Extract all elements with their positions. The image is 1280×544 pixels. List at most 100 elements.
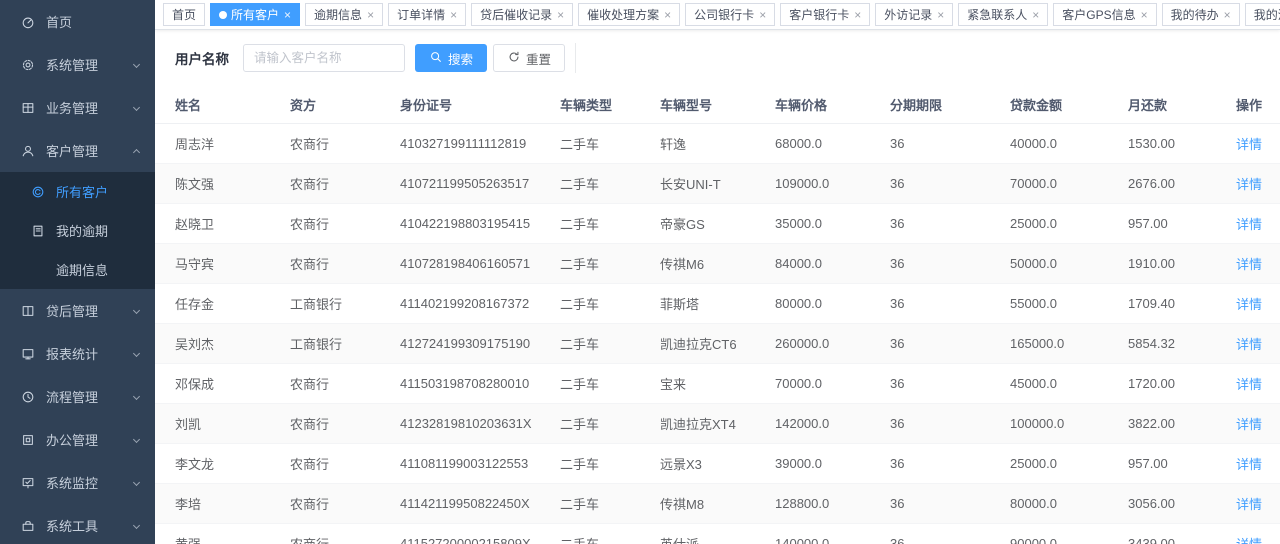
cell-monthly_payment: 3822.00	[1128, 404, 1236, 444]
cell-vehicle_type: 二手车	[560, 204, 660, 244]
sidebar-item-system-mgmt[interactable]: 系统管理	[0, 43, 155, 86]
cell-loan_amount: 25000.0	[1010, 204, 1128, 244]
sidebar-item-label: 业务管理	[46, 98, 134, 117]
tab-collection-plan[interactable]: 催收处理方案×	[578, 3, 680, 26]
customer-name-input[interactable]	[243, 44, 405, 72]
cell-name: 李培	[155, 484, 290, 524]
cell-name: 吴刘杰	[155, 324, 290, 364]
cell-name: 赵晓卫	[155, 204, 290, 244]
close-icon[interactable]: ×	[284, 9, 291, 21]
tab-company-bank-card[interactable]: 公司银行卡×	[685, 3, 775, 26]
tab-home[interactable]: 首页	[163, 3, 205, 26]
reset-button[interactable]: 重置	[493, 44, 565, 72]
column-header-vehicle_model: 车辆型号	[660, 86, 775, 124]
close-icon[interactable]: ×	[854, 9, 861, 21]
sidebar-item-process-mgmt[interactable]: 流程管理	[0, 375, 155, 418]
cell-capital: 农商行	[290, 484, 400, 524]
sidebar-item-customer-mgmt[interactable]: 客户管理	[0, 129, 155, 172]
cell-vehicle_model: 传祺M8	[660, 484, 775, 524]
table-row: 任存金工商银行411402199208167372二手车菲斯塔80000.036…	[155, 284, 1280, 324]
sidebar-item-all-customers[interactable]: 所有客户	[0, 172, 155, 211]
tab-label: 客户银行卡	[789, 6, 849, 23]
cell-loan_amount: 40000.0	[1010, 124, 1128, 164]
tab-bar: 首页所有客户×逾期信息×订单详情×贷后催收记录×催收处理方案×公司银行卡×客户银…	[155, 0, 1280, 30]
close-icon[interactable]: ×	[450, 9, 457, 21]
sidebar-item-my-overdue[interactable]: 我的逾期	[0, 211, 155, 250]
cell-name: 任存金	[155, 284, 290, 324]
sidebar-item-office-mgmt[interactable]: 办公管理	[0, 418, 155, 461]
detail-link[interactable]: 详情	[1236, 257, 1262, 272]
cell-vehicle_price: 68000.0	[775, 124, 890, 164]
chevron-down-icon	[133, 104, 140, 111]
close-icon[interactable]: ×	[937, 9, 944, 21]
tab-emergency-contacts[interactable]: 紧急联系人 ×	[958, 3, 1048, 26]
search-button[interactable]: 搜索	[415, 44, 487, 72]
cell-loan_amount: 80000.0	[1010, 484, 1128, 524]
cell-capital: 工商银行	[290, 284, 400, 324]
table-row: 刘凯农商行41232819810203631X二手车凯迪拉克XT4142000.…	[155, 404, 1280, 444]
detail-link[interactable]: 详情	[1236, 217, 1262, 232]
cell-vehicle_type: 二手车	[560, 244, 660, 284]
tab-my-todo[interactable]: 我的待办×	[1162, 3, 1240, 26]
detail-link[interactable]: 详情	[1236, 497, 1262, 512]
sidebar-item-loan-mgmt[interactable]: 贷后管理	[0, 289, 155, 332]
column-header-vehicle_type: 车辆类型	[560, 86, 660, 124]
tab-label: 所有客户	[231, 6, 279, 23]
close-icon[interactable]: ×	[1141, 9, 1148, 21]
tab-visit-records[interactable]: 外访记录×	[875, 3, 953, 26]
table-row: 赵晓卫农商行410422198803195415二手车帝豪GS35000.036…	[155, 204, 1280, 244]
cell-vehicle_type: 二手车	[560, 324, 660, 364]
detail-link[interactable]: 详情	[1236, 457, 1262, 472]
tab-my-process[interactable]: 我的流程×	[1245, 3, 1280, 26]
sidebar-item-overdue-info[interactable]: 逾期信息	[0, 250, 155, 289]
cell-installment_term: 36	[890, 404, 1010, 444]
sidebar-item-system-monitor[interactable]: 系统监控	[0, 461, 155, 504]
close-icon[interactable]: ×	[367, 9, 374, 21]
detail-link[interactable]: 详情	[1236, 537, 1262, 544]
detail-link[interactable]: 详情	[1236, 177, 1262, 192]
column-header-loan_amount: 贷款金额	[1010, 86, 1128, 124]
sidebar-item-report-stats[interactable]: 报表统计	[0, 332, 155, 375]
cell-installment_term: 36	[890, 124, 1010, 164]
chart-icon	[20, 346, 36, 362]
cell-capital: 农商行	[290, 164, 400, 204]
tab-label: 紧急联系人	[967, 6, 1027, 23]
cell-id_no: 411503198708280010	[400, 364, 560, 404]
tab-order-detail[interactable]: 订单详情×	[388, 3, 466, 26]
main-content: 用户名称 搜索 重置 姓名资方身份证号车辆类型车辆型号车辆价格分期期限贷款金额月…	[155, 30, 1280, 544]
tab-customer-gps[interactable]: 客户GPS信息×	[1053, 3, 1156, 26]
cell-action: 详情	[1236, 484, 1280, 524]
detail-link[interactable]: 详情	[1236, 137, 1262, 152]
close-icon[interactable]: ×	[759, 9, 766, 21]
cell-name: 陈文强	[155, 164, 290, 204]
detail-link[interactable]: 详情	[1236, 377, 1262, 392]
sidebar-item-home[interactable]: 首页	[0, 0, 155, 43]
close-icon[interactable]: ×	[557, 9, 564, 21]
detail-link[interactable]: 详情	[1236, 417, 1262, 432]
sidebar-item-business-mgmt[interactable]: 业务管理	[0, 86, 155, 129]
close-icon[interactable]: ×	[1224, 9, 1231, 21]
close-icon[interactable]: ×	[1032, 9, 1039, 21]
tab-overdue-info[interactable]: 逾期信息×	[305, 3, 383, 26]
cell-id_no: 412724199309175190	[400, 324, 560, 364]
chevron-down-icon	[133, 307, 140, 314]
customer-table: 姓名资方身份证号车辆类型车辆型号车辆价格分期期限贷款金额月还款操作 周志洋农商行…	[155, 86, 1280, 544]
cell-installment_term: 36	[890, 364, 1010, 404]
sidebar-item-system-tools[interactable]: 系统工具	[0, 504, 155, 544]
tab-label: 贷后催收记录	[480, 6, 552, 23]
tab-all-customers[interactable]: 所有客户 ×	[210, 3, 300, 26]
cell-action: 详情	[1236, 524, 1280, 544]
cell-installment_term: 36	[890, 524, 1010, 544]
cell-vehicle_price: 109000.0	[775, 164, 890, 204]
tab-customer-bank-card[interactable]: 客户银行卡 ×	[780, 3, 870, 26]
cell-vehicle_model: 凯迪拉克CT6	[660, 324, 775, 364]
detail-link[interactable]: 详情	[1236, 337, 1262, 352]
detail-link[interactable]: 详情	[1236, 297, 1262, 312]
chevron-down-icon	[133, 393, 140, 400]
close-icon[interactable]: ×	[664, 9, 671, 21]
cell-action: 详情	[1236, 244, 1280, 284]
cell-loan_amount: 100000.0	[1010, 404, 1128, 444]
cell-monthly_payment: 5854.32	[1128, 324, 1236, 364]
table-header-row: 姓名资方身份证号车辆类型车辆型号车辆价格分期期限贷款金额月还款操作	[155, 86, 1280, 124]
tab-collection-records[interactable]: 贷后催收记录 ×	[471, 3, 573, 26]
